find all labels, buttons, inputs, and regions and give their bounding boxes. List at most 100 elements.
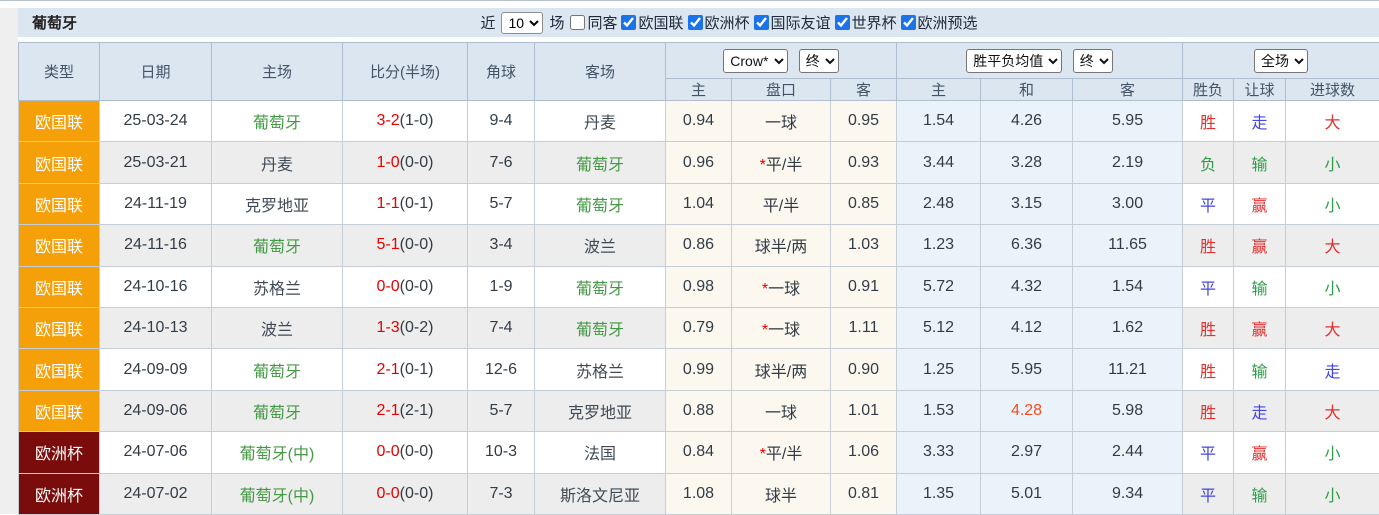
home-team-cell: 苏格兰 [212, 266, 343, 307]
full-time-score: 1-1 [377, 195, 400, 212]
handicap-cell: *一球 [732, 266, 831, 307]
away-team-cell: 苏格兰 [535, 349, 666, 390]
date-cell: 25-03-21 [100, 142, 212, 183]
nations-league-checkbox-input[interactable] [621, 15, 636, 30]
col-header-goals: 进球数 [1286, 79, 1379, 101]
date-cell: 24-07-02 [100, 473, 212, 514]
crow-away-odds-cell: 0.85 [831, 183, 897, 224]
date-cell: 24-11-19 [100, 183, 212, 224]
away-team-cell: 葡萄牙 [535, 183, 666, 224]
same-away-checkbox-input[interactable] [570, 15, 585, 30]
filter-label: 国际友谊 [771, 12, 831, 33]
bookmaker-select[interactable]: Crow* [723, 49, 788, 73]
avg-draw-odds-cell: 6.36 [981, 225, 1073, 266]
crow-away-odds-cell: 0.90 [831, 349, 897, 390]
avg-home-odds-cell: 1.53 [897, 390, 981, 431]
crow-away-odds-cell: 0.93 [831, 142, 897, 183]
crow-home-odds-cell: 0.88 [666, 390, 732, 431]
filter-checkbox-euro-cup[interactable]: 欧洲杯 [688, 12, 750, 33]
col-header-home: 主场 [212, 43, 343, 101]
corner-cell: 10-3 [468, 432, 535, 473]
score-cell: 5-1(0-0) [343, 225, 468, 266]
full-time-score: 5-1 [377, 236, 400, 253]
type-cell: 欧国联 [19, 183, 100, 224]
euro-cup-checkbox-input[interactable] [688, 15, 703, 30]
result-cell: 胜 [1183, 101, 1234, 142]
crow-home-odds-cell: 0.86 [666, 225, 732, 266]
same-away-label: 同客 [587, 12, 617, 33]
filter-checkbox-friendly[interactable]: 国际友谊 [754, 12, 831, 33]
type-cell: 欧洲杯 [19, 432, 100, 473]
crow-away-odds-cell: 1.01 [831, 390, 897, 431]
home-team-cell: 葡萄牙 [212, 390, 343, 431]
table-header: 类型 日期 主场 比分(半场) 角球 客场 Crow* 终 胜平负均值 终 全场 [19, 43, 1379, 101]
result-cell: 胜 [1183, 307, 1234, 348]
match-history-panel: 葡萄牙 近 10 场 同客 欧国联 欧洲杯 国际友谊 [18, 8, 1379, 515]
away-team-cell: 斯洛文尼亚 [535, 473, 666, 514]
crow-home-odds-cell: 1.04 [666, 183, 732, 224]
handicap-cell: *一球 [732, 307, 831, 348]
date-cell: 24-10-13 [100, 307, 212, 348]
half-time-score: (0-0) [400, 236, 434, 253]
goals-result-cell: 大 [1286, 101, 1379, 142]
crow-away-odds-cell: 0.91 [831, 266, 897, 307]
avg-away-odds-cell: 2.19 [1073, 142, 1183, 183]
score-cell: 2-1(2-1) [343, 390, 468, 431]
bookmaker-odds-state-select[interactable]: 终 [799, 49, 839, 73]
table-body: 欧国联 25-03-24 葡萄牙 3-2(1-0) 9-4 丹麦 0.94 一球… [19, 101, 1379, 515]
filter-toolbar: 葡萄牙 近 10 场 同客 欧国联 欧洲杯 国际友谊 [18, 8, 1379, 38]
table-row: 欧国联 24-09-09 葡萄牙 2-1(0-1) 12-6 苏格兰 0.99 … [19, 349, 1379, 390]
same-away-checkbox[interactable]: 同客 [570, 12, 617, 33]
col-header-crow-home: 主 [666, 79, 732, 101]
home-team-cell: 葡萄牙 [212, 101, 343, 142]
average-odds-select[interactable]: 胜平负均值 [966, 49, 1062, 73]
avg-draw-odds-cell: 5.95 [981, 349, 1073, 390]
score-cell: 1-1(0-1) [343, 183, 468, 224]
result-cell: 平 [1183, 432, 1234, 473]
crow-home-odds-cell: 0.99 [666, 349, 732, 390]
goals-result-cell: 小 [1286, 473, 1379, 514]
col-header-corner: 角球 [468, 43, 535, 101]
euro-qualifier-checkbox-input[interactable] [901, 15, 916, 30]
home-team-cell: 葡萄牙(中) [212, 473, 343, 514]
left-margin-strip [0, 8, 18, 514]
handicap-cell: 平/半 [732, 183, 831, 224]
team-title: 葡萄牙 [32, 12, 77, 33]
handicap-text: 球半/两 [755, 364, 807, 381]
home-team-cell: 葡萄牙 [212, 225, 343, 266]
result-cell: 平 [1183, 473, 1234, 514]
half-time-score: (0-0) [400, 485, 434, 502]
full-time-score: 0-0 [377, 443, 400, 460]
handicap-text: 一球 [768, 281, 800, 298]
crow-away-odds-cell: 1.11 [831, 307, 897, 348]
friendly-checkbox-input[interactable] [754, 15, 769, 30]
avg-away-odds-cell: 11.21 [1073, 349, 1183, 390]
avg-away-odds-cell: 5.98 [1073, 390, 1183, 431]
type-cell: 欧国联 [19, 101, 100, 142]
period-select[interactable]: 全场 [1254, 49, 1308, 73]
col-header-handicap: 盘口 [732, 79, 831, 101]
home-team-cell: 丹麦 [212, 142, 343, 183]
col-header-avg-draw: 和 [981, 79, 1073, 101]
home-team-cell: 葡萄牙(中) [212, 432, 343, 473]
average-odds-state-select[interactable]: 终 [1073, 49, 1113, 73]
half-time-score: (0-0) [400, 278, 434, 295]
type-cell: 欧洲杯 [19, 473, 100, 514]
world-cup-checkbox-input[interactable] [835, 15, 850, 30]
avg-draw-odds-cell: 5.01 [981, 473, 1073, 514]
recent-count-select[interactable]: 10 [501, 12, 543, 34]
col-header-score: 比分(半场) [343, 43, 468, 101]
result-cell: 胜 [1183, 390, 1234, 431]
handicap-cell: 一球 [732, 390, 831, 431]
corner-cell: 9-4 [468, 101, 535, 142]
table-row: 欧国联 24-10-16 苏格兰 0-0(0-0) 1-9 葡萄牙 0.98 *… [19, 266, 1379, 307]
filter-checkbox-euro-qualifier[interactable]: 欧洲预选 [901, 12, 978, 33]
corner-cell: 1-9 [468, 266, 535, 307]
result-cell: 胜 [1183, 349, 1234, 390]
filter-checkbox-nations-league[interactable]: 欧国联 [621, 12, 683, 33]
avg-draw-odds-cell: 3.28 [981, 142, 1073, 183]
home-team-cell: 克罗地亚 [212, 183, 343, 224]
filter-checkbox-world-cup[interactable]: 世界杯 [835, 12, 897, 33]
handicap-text: 平/半 [766, 446, 802, 463]
crow-home-odds-cell: 0.98 [666, 266, 732, 307]
